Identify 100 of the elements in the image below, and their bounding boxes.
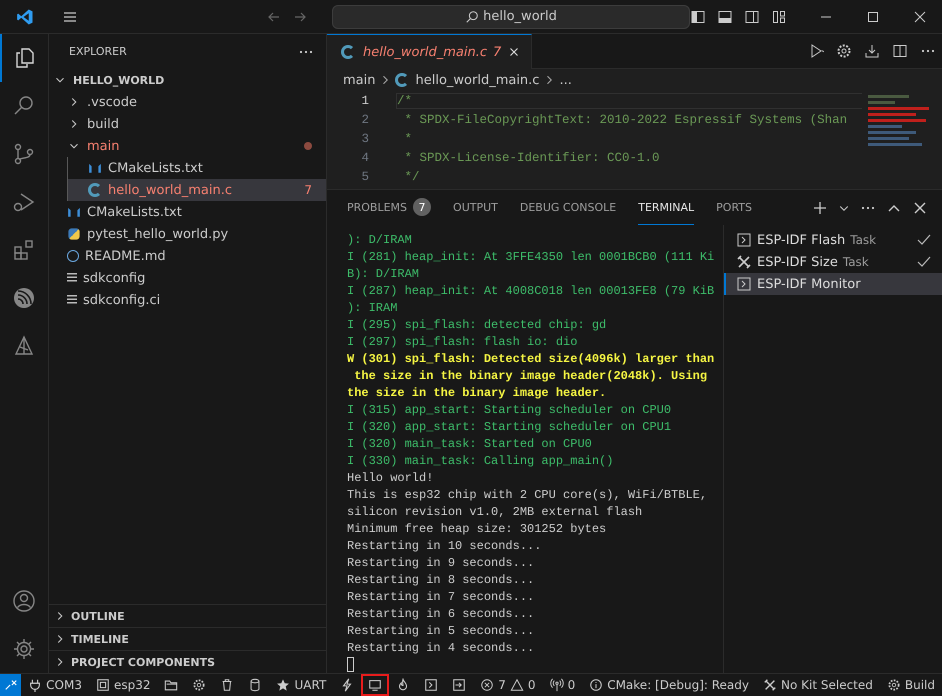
terminal-cursor xyxy=(347,657,354,672)
file-item[interactable]: pytest_hello_world.py xyxy=(49,223,326,245)
warning-icon xyxy=(510,678,524,692)
status-info-item[interactable]: CMake: [Debug]: Ready xyxy=(582,674,756,696)
terminal-icon xyxy=(736,232,752,248)
status-problems-item[interactable]: 7 0 xyxy=(473,674,543,696)
panel-tab[interactable]: TERMINAL xyxy=(638,190,694,225)
file-item[interactable]: CMakeLists.txt xyxy=(49,201,326,223)
file-item[interactable]: sdkconfig.ci xyxy=(49,289,326,311)
terminal-line: I (287) heap_init: At 4008C018 len 00013FE8 (79 KiB xyxy=(347,283,716,300)
c-file-icon xyxy=(88,183,102,197)
terminal-line: Restarting in 8 seconds... xyxy=(347,572,536,589)
file-item[interactable]: hello_world_main.c 7 xyxy=(67,179,326,201)
download-icon[interactable] xyxy=(864,43,880,59)
gear-icon xyxy=(192,678,206,692)
line-number: 1 xyxy=(360,94,370,108)
terminal-line: Minimum free heap size: 301252 bytes xyxy=(347,521,608,538)
terminal-list-item[interactable]: ESP-IDF Monitor xyxy=(724,273,942,295)
code-line: * SPDX-License-Identifier: CC0-1.0 xyxy=(404,150,661,164)
terminal-list-item[interactable]: ESP-IDF Flash Task xyxy=(724,229,942,251)
terminal-line: the size in the binary image header. xyxy=(347,385,608,402)
enter-icon xyxy=(452,678,466,692)
terminal-icon xyxy=(736,276,752,292)
terminal-line: Restarting in 6 seconds... xyxy=(347,606,536,623)
status-remote-item[interactable] xyxy=(0,674,22,696)
status-tools-item[interactable]: No Kit Selected xyxy=(756,674,880,696)
bolt-icon xyxy=(340,678,354,692)
info-icon xyxy=(589,678,604,692)
breadcrumb-item[interactable]: ... xyxy=(559,72,572,88)
cylinder-icon xyxy=(248,678,262,692)
toggle-sidebar-icon[interactable] xyxy=(690,8,706,24)
panel-tab[interactable]: PROBLEMS 7 xyxy=(347,190,432,225)
folder-item[interactable]: main xyxy=(49,135,326,157)
toggle-panel-icon[interactable] xyxy=(717,8,733,24)
python-file-icon xyxy=(68,228,80,240)
status-star-item[interactable]: UART xyxy=(269,674,334,696)
trash-icon xyxy=(220,678,234,692)
workspace-folder-header[interactable]: HELLO_WORLD xyxy=(49,69,326,91)
split-layout-icon[interactable] xyxy=(744,8,760,24)
sidebar-section-header[interactable]: OUTLINE xyxy=(49,604,326,627)
code-line: /* xyxy=(397,94,862,108)
code-line: */ xyxy=(404,170,421,184)
line-number: 5 xyxy=(360,170,370,184)
panel-tab[interactable]: OUTPUT xyxy=(453,190,498,225)
monitor-icon xyxy=(368,678,382,692)
editor-tab[interactable]: hello_world_main.c 7 xyxy=(327,34,532,69)
terminal-line: I (320) app_start: Starting scheduler on CPU1 xyxy=(347,419,672,436)
terminal-line: I (281) heap_init: At 3FFE4350 len 0001BCB0 (111 Ki xyxy=(347,249,716,266)
folder-item[interactable]: .vscode xyxy=(49,91,326,113)
sidebar-section-header[interactable]: TIMELINE xyxy=(49,627,326,650)
plug-icon xyxy=(28,678,42,692)
new-terminal-icon[interactable] xyxy=(812,200,828,216)
terminal-line: Restarting in 7 seconds... xyxy=(347,589,536,606)
remote-icon xyxy=(4,678,18,692)
count-badge: 7 xyxy=(413,198,432,216)
terminal-line: This is esp32 chip with 2 CPU core(s), WiFi/BTBLE, xyxy=(347,487,708,504)
line-number: 4 xyxy=(360,150,370,164)
settings-icon[interactable] xyxy=(836,43,852,59)
c-file-icon xyxy=(341,45,355,59)
terminal-line: ): IRAM xyxy=(347,300,398,317)
antenna-icon xyxy=(550,678,564,692)
terminal-line: Hello world! xyxy=(347,470,434,487)
line-number: 2 xyxy=(360,112,370,126)
terminal-line: ): D/IRAM xyxy=(347,232,413,249)
terminal-line: silicon revision v1.0, 2MB external flash xyxy=(347,504,644,521)
problems-icon xyxy=(480,678,494,692)
terminal-line: I (295) spi_flash: detected chip: gd xyxy=(347,317,608,334)
status-gear-item[interactable]: Build xyxy=(880,674,942,696)
panel-tab[interactable]: PORTS xyxy=(716,190,752,225)
close-icon[interactable] xyxy=(912,8,928,24)
code-line: * xyxy=(404,132,414,146)
close-icon[interactable] xyxy=(912,200,928,216)
terminal-list-item[interactable]: ESP-IDF Size Task xyxy=(724,251,942,273)
terminal-line: the size in the binary image header(2048k). Using xyxy=(353,368,708,385)
c-file-icon xyxy=(395,73,410,87)
status-monitor-item[interactable] xyxy=(361,674,390,696)
chip-icon xyxy=(96,678,110,692)
line-number: 3 xyxy=(360,132,370,146)
cmake-file-icon xyxy=(89,162,101,174)
terminal-line: W (301) spi_flash: Detected size(4096k) larger than xyxy=(347,351,716,368)
explorer-title: EXPLORER xyxy=(69,45,127,58)
app-logo-icon xyxy=(16,8,34,26)
status-chip-item[interactable]: esp32 xyxy=(88,674,158,696)
file-item[interactable]: README.md xyxy=(49,245,326,267)
info-file-icon xyxy=(67,250,79,262)
status-plug-item[interactable]: COM3 xyxy=(21,674,89,696)
terminal-line: I (320) main_task: Started on CPU0 xyxy=(347,436,593,453)
breadcrumb-item[interactable]: main xyxy=(343,72,376,88)
status-antenna-item[interactable]: 0 xyxy=(542,674,582,696)
file-item[interactable]: sdkconfig xyxy=(49,267,326,289)
panel-tab[interactable]: DEBUG CONSOLE xyxy=(520,190,616,225)
command-search-field[interactable]: hello_world xyxy=(332,4,690,28)
split-editor-icon[interactable] xyxy=(892,43,908,59)
tools-icon xyxy=(736,254,752,270)
breadcrumb-item[interactable]: hello_world_main.c xyxy=(415,72,540,88)
terminal-icon xyxy=(424,678,438,692)
folder-item[interactable]: build xyxy=(49,113,326,135)
terminal-line: Restarting in 5 seconds... xyxy=(347,623,536,640)
error-dot xyxy=(304,142,312,150)
layout-grid-icon[interactable] xyxy=(771,8,787,24)
